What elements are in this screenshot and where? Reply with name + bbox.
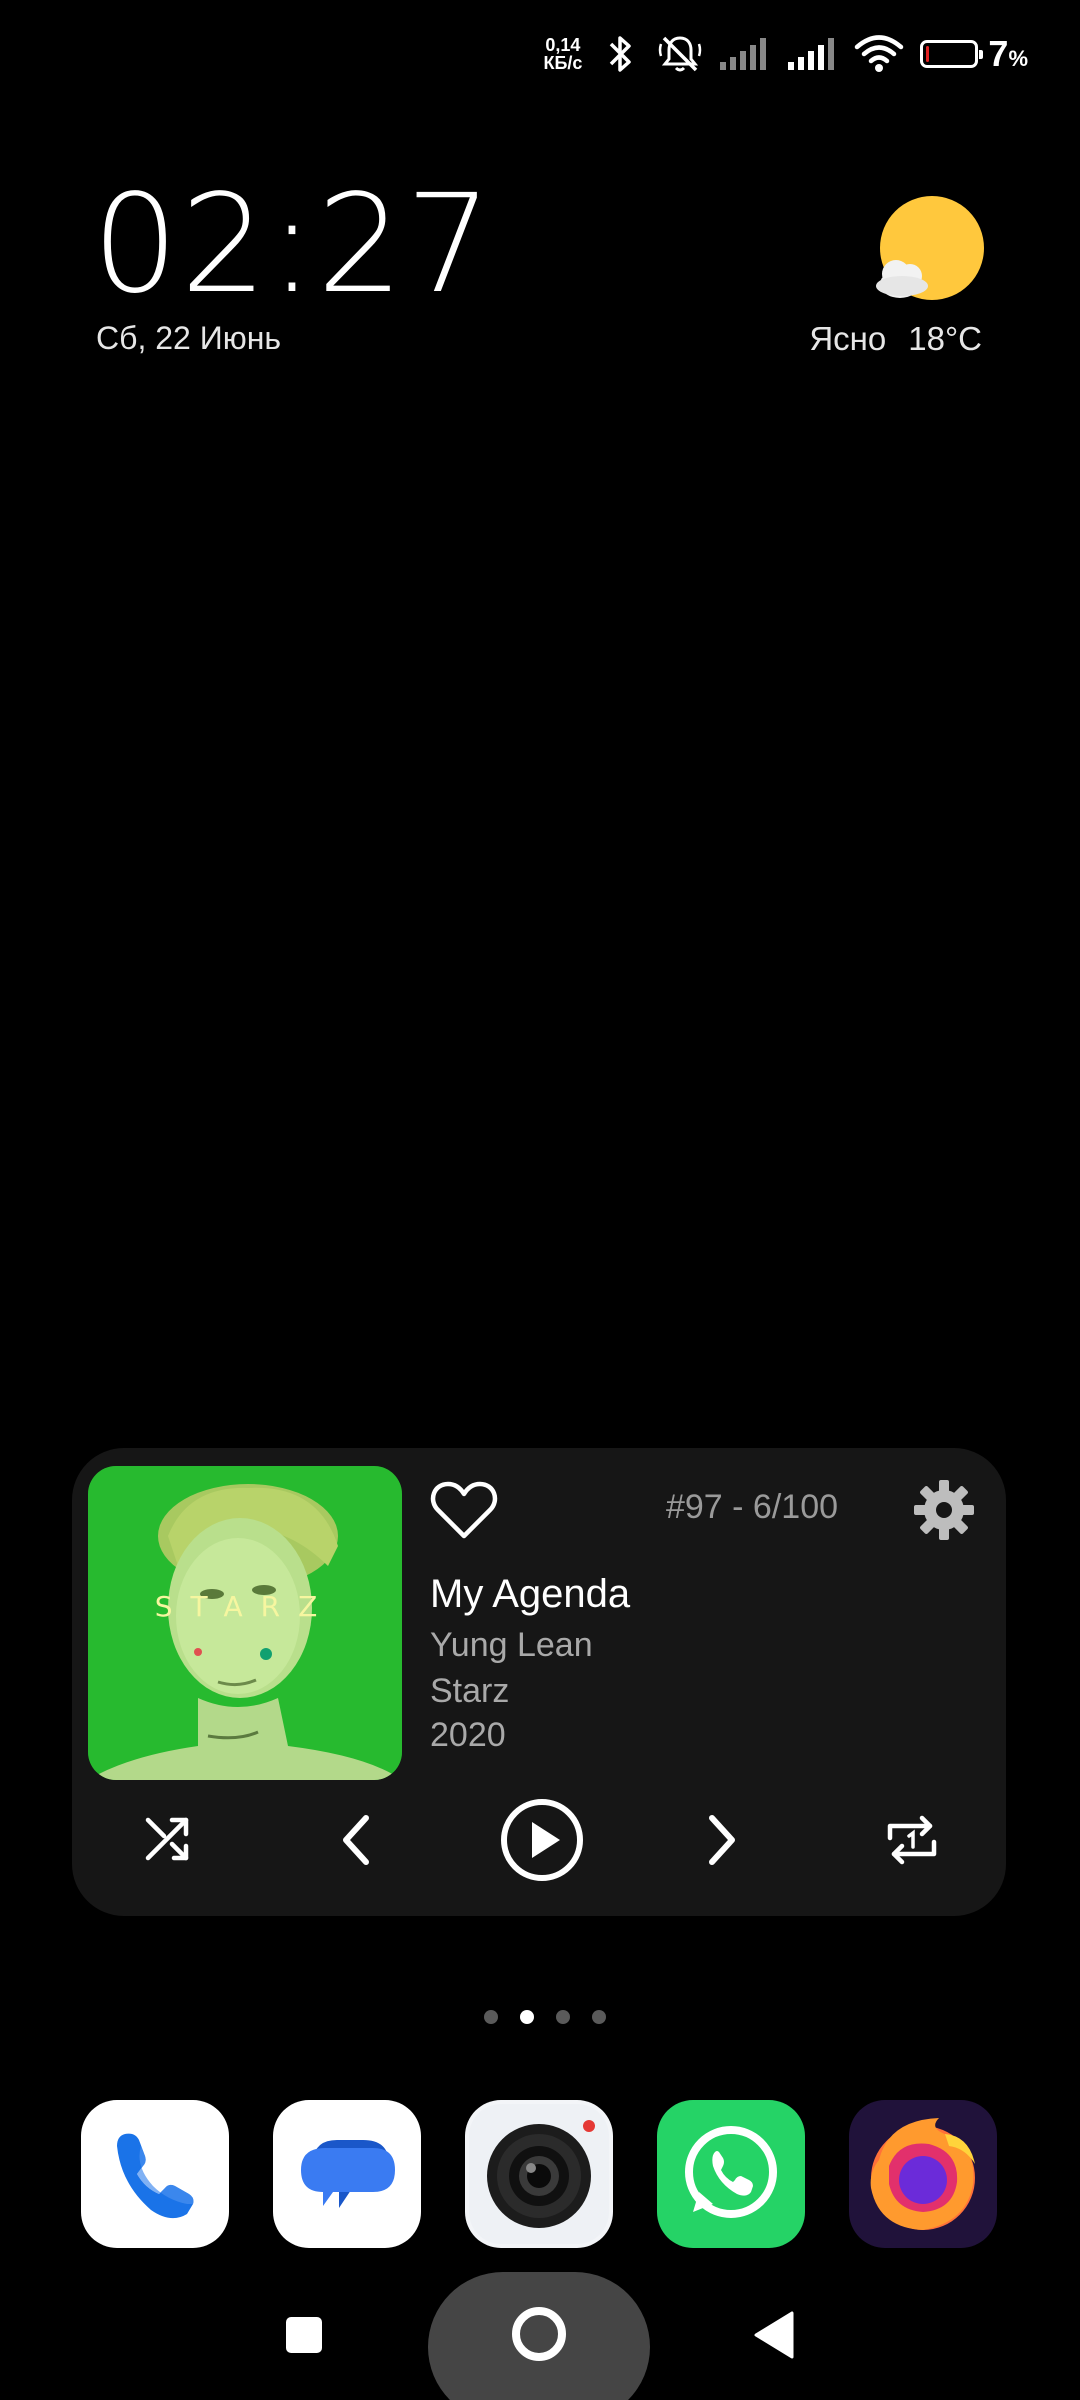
- previous-icon: [343, 1815, 369, 1865]
- music-player-widget[interactable]: STARZ #97 - 6/100 My Agenda Yung Lean St…: [72, 1448, 1006, 1916]
- clock-date[interactable]: Сб, 22 Июнь: [96, 320, 281, 357]
- firefox-icon: [870, 2118, 975, 2230]
- network-speed: 0,14 КБ/с: [543, 36, 582, 72]
- sun-cloud-icon[interactable]: [872, 196, 986, 306]
- page-dot[interactable]: [592, 2010, 606, 2024]
- shuffle-button[interactable]: [128, 1800, 208, 1880]
- silent-mode-icon: [658, 32, 702, 76]
- track-artist: Yung Lean: [430, 1626, 593, 1664]
- dock-app-phone[interactable]: [81, 2100, 229, 2248]
- phone-icon: [117, 2133, 194, 2219]
- bluetooth-icon: [598, 32, 642, 76]
- battery-indicator: 7%: [920, 33, 1028, 75]
- messages-icon: [301, 2140, 395, 2208]
- home-screen: 0,14 КБ/с 7% 02:27 Сб, 22 Июнь Ясно 18°C…: [0, 0, 1080, 2400]
- battery-icon: [920, 40, 984, 68]
- clock-time[interactable]: 02:27: [92, 170, 494, 320]
- home-circle-icon: [512, 2307, 566, 2361]
- signal-sim1-icon: [718, 32, 770, 76]
- weather-info[interactable]: Ясно 18°C: [809, 320, 982, 358]
- battery-value: 7: [988, 33, 1009, 74]
- heart-icon: [430, 1481, 498, 1539]
- battery-fill: [926, 46, 930, 62]
- status-bar: 0,14 КБ/с 7%: [543, 28, 1028, 80]
- like-button[interactable]: [430, 1478, 498, 1542]
- settings-button[interactable]: [912, 1478, 976, 1542]
- back-triangle-icon: [754, 2311, 794, 2359]
- camera-icon: [469, 2104, 609, 2244]
- track-year: 2020: [430, 1716, 506, 1754]
- dock-app-camera[interactable]: [465, 2100, 613, 2248]
- battery-unit: %: [1008, 46, 1028, 71]
- home-button[interactable]: [428, 2272, 650, 2400]
- repeat-one-icon: [887, 1815, 937, 1865]
- page-dot[interactable]: [520, 2010, 534, 2024]
- shuffle-icon: [145, 1817, 189, 1861]
- play-button[interactable]: [496, 1794, 588, 1886]
- network-speed-value: 0,14: [545, 35, 581, 55]
- repeat-button[interactable]: [872, 1800, 952, 1880]
- whatsapp-icon: [685, 2126, 777, 2218]
- previous-button[interactable]: [316, 1800, 396, 1880]
- back-button[interactable]: [748, 2304, 800, 2366]
- gear-icon: [914, 1480, 974, 1540]
- track-counter: #97 - 6/100: [665, 1488, 839, 1526]
- album-art[interactable]: STARZ: [88, 1466, 402, 1780]
- album-art-text: STARZ: [155, 1590, 336, 1623]
- track-title: My Agenda: [430, 1572, 631, 1616]
- next-icon: [709, 1815, 735, 1865]
- page-indicator[interactable]: [0, 2010, 1080, 2024]
- signal-sim2-icon: [786, 32, 838, 76]
- weather-temperature: 18°C: [908, 320, 982, 357]
- page-dot[interactable]: [556, 2010, 570, 2024]
- weather-condition: Ясно: [809, 320, 887, 357]
- play-icon: [501, 1799, 583, 1881]
- battery-percent: 7%: [988, 33, 1028, 75]
- page-dot[interactable]: [484, 2010, 498, 2024]
- network-speed-unit: КБ/с: [543, 53, 583, 73]
- next-button[interactable]: [682, 1800, 762, 1880]
- wifi-icon: [854, 32, 904, 76]
- square-icon: [286, 2317, 322, 2353]
- dock-app-whatsapp[interactable]: [657, 2100, 805, 2248]
- recent-apps-button[interactable]: [278, 2304, 330, 2366]
- dock-app-firefox[interactable]: [849, 2100, 997, 2248]
- dock-app-messages[interactable]: [273, 2100, 421, 2248]
- track-album: Starz: [430, 1672, 510, 1710]
